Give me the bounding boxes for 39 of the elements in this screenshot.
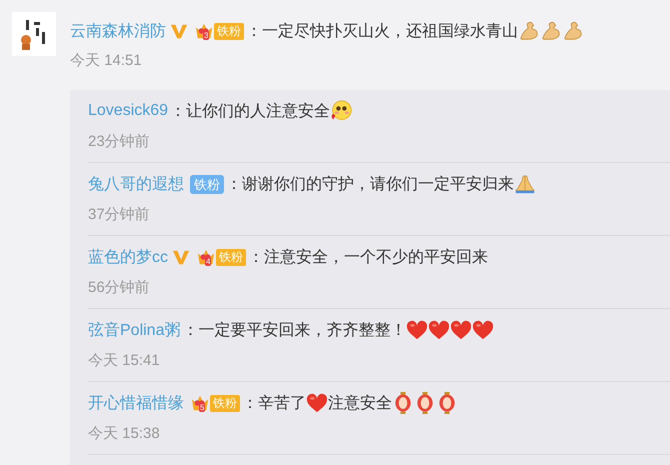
- username-link[interactable]: 兔八哥的遐想: [88, 174, 184, 194]
- timestamp: 今天 14:51: [70, 51, 143, 70]
- username-link[interactable]: 开心惜福惜缘: [88, 392, 184, 414]
- username-link[interactable]: 云南森林消防: [70, 20, 166, 42]
- colon: ：: [226, 174, 242, 194]
- comment-text: 注意安全: [328, 394, 392, 414]
- heart-icon: [450, 319, 472, 341]
- colon: ：: [246, 22, 262, 42]
- comment-text: 谢谢你们的守护，请你们一定平安归来: [242, 174, 514, 194]
- fan-badge: 铁粉: [210, 394, 240, 412]
- level-number: 5: [199, 403, 206, 412]
- heart-icon: [472, 319, 494, 341]
- comment-text: 让你们的人注意安全: [186, 102, 330, 122]
- heart-icon: [428, 319, 450, 341]
- level-number: 4: [205, 257, 212, 266]
- colon: ：: [170, 102, 186, 122]
- blush-face-icon: [330, 100, 352, 122]
- timestamp: 今天 15:41: [88, 351, 161, 370]
- username-link[interactable]: 弦音Polina粥: [88, 320, 180, 340]
- comment-text: 一定尽快扑灭山火，还祖国绿水青山: [262, 22, 518, 42]
- fan-badge: 铁粉: [216, 248, 246, 266]
- fan-badge: 铁粉: [214, 22, 244, 40]
- heart-icon: [306, 392, 328, 414]
- comment-text: 辛苦了: [258, 394, 306, 414]
- colon: ：: [182, 320, 198, 340]
- colon: ：: [248, 248, 264, 268]
- comment-text: 注意安全，一个不少的平安回来: [264, 248, 488, 268]
- timestamp: 56分钟前: [88, 278, 151, 297]
- level-number: 3: [203, 31, 210, 40]
- timestamp: 今天 15:38: [88, 424, 161, 443]
- username-link[interactable]: 蓝色的梦cc: [88, 246, 168, 268]
- comment-text: 一定要平安回来，齐齐整整！: [198, 320, 406, 340]
- timestamp: 37分钟前: [88, 205, 151, 224]
- colon: ：: [242, 394, 258, 414]
- avatar[interactable]: [12, 12, 56, 56]
- fan-badge: 铁粉: [190, 174, 224, 194]
- timestamp: 23分钟前: [88, 132, 151, 151]
- username-link[interactable]: Lovesick69: [88, 102, 168, 120]
- heart-icon: [406, 319, 428, 341]
